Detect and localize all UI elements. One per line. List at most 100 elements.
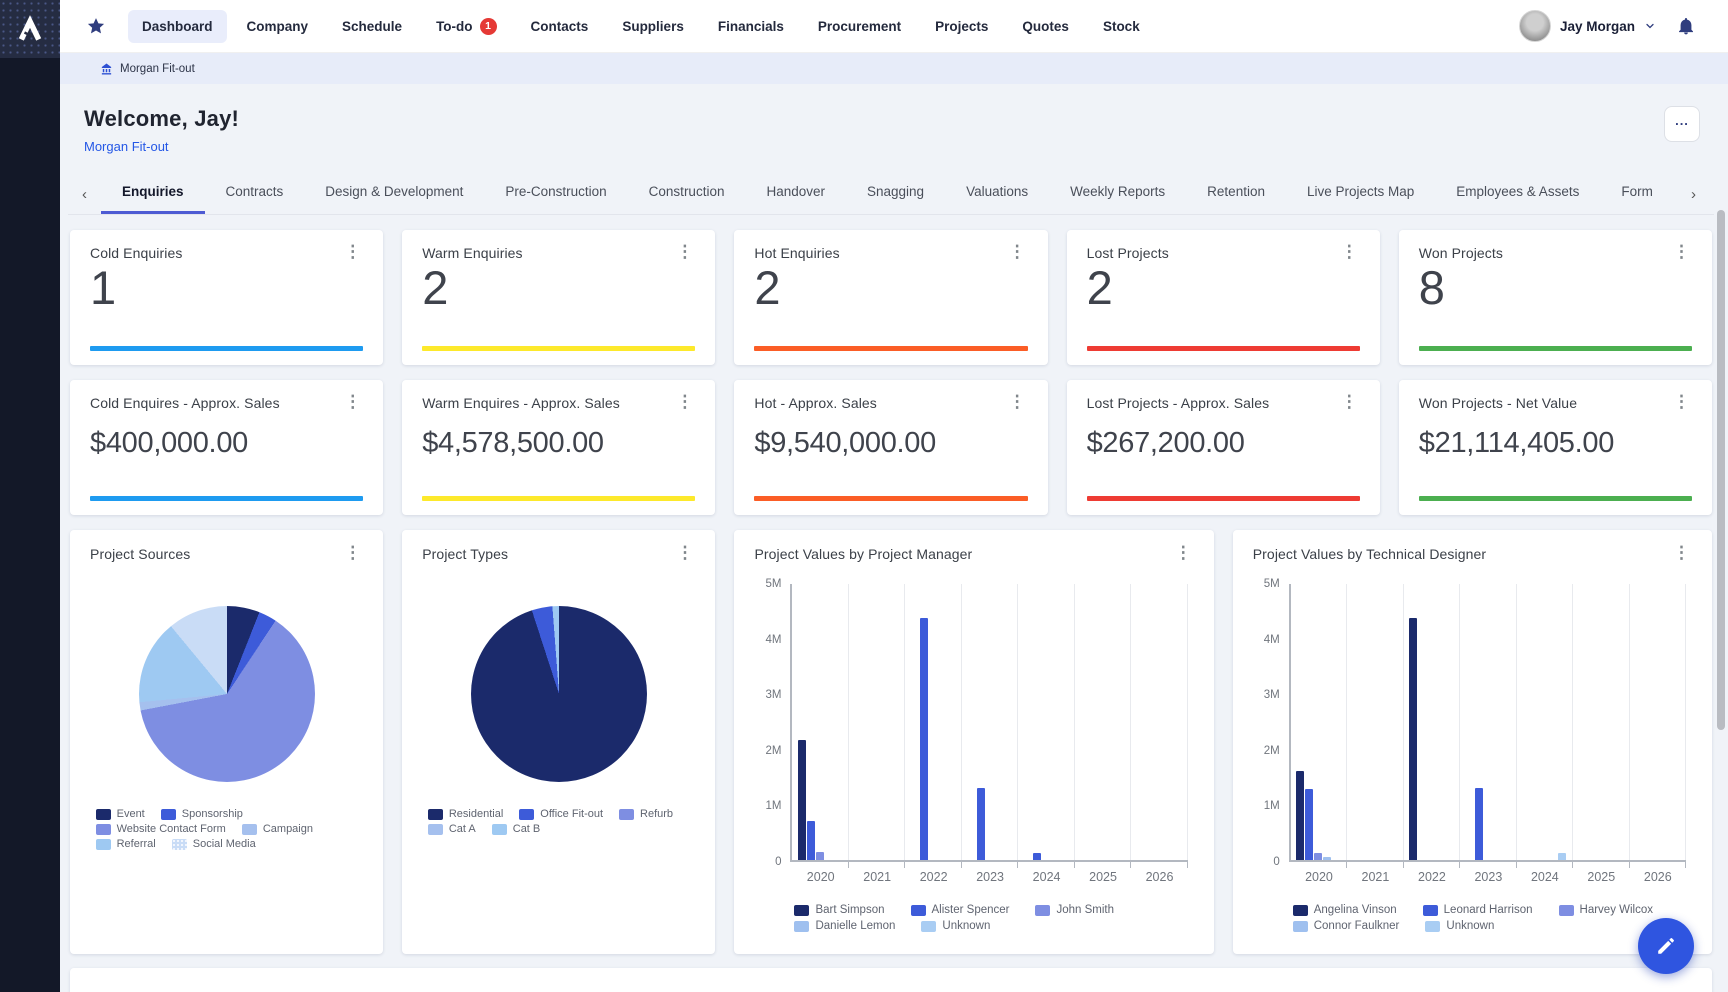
bar-group-2023 <box>962 584 1018 860</box>
tabs-scroll-right-icon[interactable]: › <box>1681 186 1710 214</box>
tab-snagging[interactable]: Snagging <box>846 174 945 214</box>
legend-item-bart-simpson[interactable]: Bart Simpson <box>794 904 884 916</box>
legend-item-unknown[interactable]: Unknown <box>921 920 990 932</box>
tab-handover[interactable]: Handover <box>745 174 846 214</box>
legend-item-harvey-wilcox[interactable]: Harvey Wilcox <box>1559 904 1653 916</box>
kebab-menu-icon[interactable]: ⋮ <box>1671 395 1692 409</box>
nav-item-contacts[interactable]: Contacts <box>517 10 603 43</box>
legend-item-event[interactable]: Event <box>96 808 145 820</box>
bar-slot <box>1671 584 1680 860</box>
legend-item-alister-spencer[interactable]: Alister Spencer <box>911 904 1010 916</box>
kebab-menu-icon[interactable]: ⋮ <box>674 546 695 560</box>
bar-slot <box>1635 584 1644 860</box>
kebab-menu-icon[interactable]: ⋮ <box>674 395 695 409</box>
legend-label: John Smith <box>1056 904 1114 916</box>
tab-construction[interactable]: Construction <box>628 174 746 214</box>
bar-angelina-vinson-2020 <box>1296 771 1304 860</box>
chart-card-head: Project Values by Technical Designer⋮ <box>1253 546 1692 562</box>
legend-item-cat-b[interactable]: Cat B <box>492 823 541 835</box>
legend-swatch <box>1035 905 1050 916</box>
kebab-menu-icon[interactable]: ⋮ <box>1339 245 1360 259</box>
nav-item-stock[interactable]: Stock <box>1089 10 1154 43</box>
nav-item-label: Dashboard <box>142 19 213 34</box>
legend-item-cat-a[interactable]: Cat A <box>428 823 476 835</box>
favorite-star-icon[interactable] <box>86 16 106 36</box>
tab-form[interactable]: Form <box>1600 174 1674 214</box>
legend-item-john-smith[interactable]: John Smith <box>1035 904 1114 916</box>
nav-item-company[interactable]: Company <box>233 10 323 43</box>
tab-weekly-reports[interactable]: Weekly Reports <box>1049 174 1186 214</box>
edit-fab-button[interactable] <box>1638 918 1694 974</box>
legend-item-connor-faulkner[interactable]: Connor Faulkner <box>1293 920 1400 932</box>
nav-item-financials[interactable]: Financials <box>704 10 798 43</box>
notifications-bell-icon[interactable] <box>1676 16 1696 36</box>
kebab-menu-icon[interactable]: ⋮ <box>1671 546 1692 560</box>
kebab-menu-icon[interactable]: ⋮ <box>674 245 695 259</box>
tab-contracts[interactable]: Contracts <box>205 174 305 214</box>
legend-swatch <box>161 809 176 820</box>
legend-item-office-fit-out[interactable]: Office Fit-out <box>519 808 603 820</box>
nav-item-quotes[interactable]: Quotes <box>1008 10 1083 43</box>
tab-valuations[interactable]: Valuations <box>945 174 1049 214</box>
nav-item-procurement[interactable]: Procurement <box>804 10 915 43</box>
legend-item-angelina-vinson[interactable]: Angelina Vinson <box>1293 904 1397 916</box>
legend-item-campaign[interactable]: Campaign <box>242 823 313 835</box>
bar-connor-faulkner-2020 <box>1323 857 1331 860</box>
kebab-menu-icon[interactable]: ⋮ <box>342 395 363 409</box>
tab-pre-construction[interactable]: Pre-Construction <box>484 174 627 214</box>
bar-slot <box>807 584 816 860</box>
tab-retention[interactable]: Retention <box>1186 174 1286 214</box>
legend-item-danielle-lemon[interactable]: Danielle Lemon <box>794 920 895 932</box>
nav-item-suppliers[interactable]: Suppliers <box>608 10 698 43</box>
nav-item-dashboard[interactable]: Dashboard <box>128 10 227 43</box>
tab-design-development[interactable]: Design & Development <box>304 174 484 214</box>
tab-employees-assets[interactable]: Employees & Assets <box>1435 174 1600 214</box>
legend-item-refurb[interactable]: Refurb <box>619 808 673 820</box>
legend-item-unknown[interactable]: Unknown <box>1425 920 1494 932</box>
breadcrumb-label[interactable]: Morgan Fit-out <box>120 63 195 75</box>
kebab-menu-icon[interactable]: ⋮ <box>1671 245 1692 259</box>
tab-enquiries[interactable]: Enquiries <box>101 174 205 214</box>
bar-slot <box>1540 584 1549 860</box>
tab-live-projects-map[interactable]: Live Projects Map <box>1286 174 1435 214</box>
legend-item-referral[interactable]: Referral <box>96 838 156 850</box>
kebab-menu-icon[interactable]: ⋮ <box>342 245 363 259</box>
kebab-menu-icon[interactable]: ⋮ <box>342 546 363 560</box>
user-menu[interactable]: Jay Morgan <box>1519 10 1656 42</box>
bar-slot <box>1436 584 1445 860</box>
kebab-menu-icon[interactable]: ⋮ <box>1339 395 1360 409</box>
tabs-scroll-left-icon[interactable]: ‹ <box>72 186 101 214</box>
legend-item-website-contact-form[interactable]: Website Contact Form <box>96 823 226 835</box>
legend-item-residential[interactable]: Residential <box>428 808 503 820</box>
nav-item-projects[interactable]: Projects <box>921 10 1002 43</box>
bar-slot <box>1653 584 1662 860</box>
bar-group-2023 <box>1460 584 1516 860</box>
x-tick-label: 2023 <box>1460 870 1516 884</box>
legend-item-leonard-harrison[interactable]: Leonard Harrison <box>1423 904 1533 916</box>
app-logo[interactable] <box>0 0 60 58</box>
legend-item-social-media[interactable]: Social Media <box>172 838 256 850</box>
bar-slot <box>1522 584 1531 860</box>
x-tick-label: 2025 <box>1075 870 1131 884</box>
nav-item-label: Financials <box>718 19 784 34</box>
kebab-menu-icon[interactable]: ⋮ <box>1173 546 1194 560</box>
legend-item-sponsorship[interactable]: Sponsorship <box>161 808 243 820</box>
nav-item-schedule[interactable]: Schedule <box>328 10 416 43</box>
kpi-card-head: Lost Projects - Approx. Sales⋮ <box>1087 395 1360 411</box>
bar-slot <box>1080 584 1089 860</box>
nav-item-to-do[interactable]: To-do1 <box>422 9 510 44</box>
bar-slot <box>911 584 920 860</box>
legend-label: Alister Spencer <box>932 904 1010 916</box>
kpi-value: $400,000.00 <box>90 427 363 460</box>
bar-group-2020 <box>1291 584 1347 860</box>
page-title: Welcome, Jay! <box>84 106 239 132</box>
scrollbar-thumb[interactable] <box>1717 210 1725 730</box>
kpi-card-lost-projects-approx-sales: Lost Projects - Approx. Sales⋮$267,200.0… <box>1067 380 1380 515</box>
kebab-menu-icon[interactable]: ⋮ <box>1007 395 1028 409</box>
kebab-menu-icon[interactable]: ⋮ <box>1007 245 1028 259</box>
y-tick-label: 2M <box>765 745 781 757</box>
page-options-button[interactable]: ... <box>1664 106 1700 142</box>
project-link[interactable]: Morgan Fit-out <box>84 139 169 154</box>
bar-slot <box>1558 584 1567 860</box>
legend-label: Bart Simpson <box>815 904 884 916</box>
